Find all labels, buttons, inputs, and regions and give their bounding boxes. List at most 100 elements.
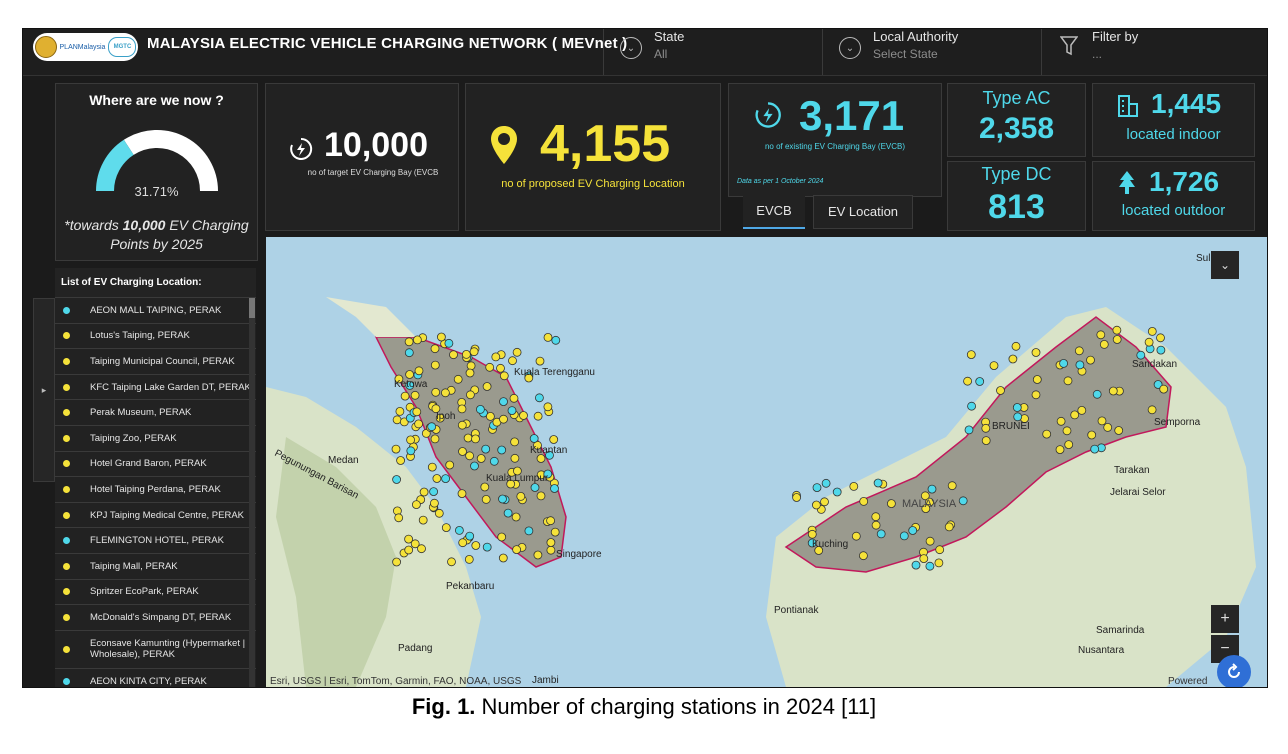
charging-marker[interactable]: [543, 333, 553, 342]
charging-marker[interactable]: [859, 496, 869, 506]
charging-marker[interactable]: [430, 434, 440, 444]
charging-marker[interactable]: [935, 545, 945, 555]
charging-marker[interactable]: [481, 444, 491, 454]
local-authority-filter[interactable]: ⌄ Local Authority Select State: [822, 29, 1041, 75]
list-item[interactable]: Econsave Kamunting (Hypermarket | Wholes…: [55, 630, 256, 669]
charging-marker[interactable]: [1011, 341, 1021, 351]
charging-marker[interactable]: [1077, 405, 1087, 415]
charging-marker[interactable]: [396, 456, 406, 465]
charging-marker[interactable]: [432, 474, 442, 483]
charging-marker[interactable]: [1144, 337, 1154, 347]
charging-marker[interactable]: [507, 406, 517, 416]
charging-marker[interactable]: [453, 374, 463, 384]
charging-marker[interactable]: [466, 361, 476, 371]
scrollbar-thumb[interactable]: [249, 298, 255, 318]
charging-marker[interactable]: [440, 388, 450, 398]
charging-marker[interactable]: [533, 411, 543, 421]
charging-marker[interactable]: [964, 425, 974, 435]
charging-marker[interactable]: [1112, 325, 1122, 335]
charging-marker[interactable]: [470, 461, 479, 471]
charging-marker[interactable]: [465, 368, 475, 378]
charging-marker[interactable]: [1147, 327, 1157, 336]
charging-marker[interactable]: [876, 529, 886, 539]
charging-marker[interactable]: [434, 508, 444, 518]
charging-marker[interactable]: [1156, 345, 1166, 355]
charging-marker[interactable]: [516, 491, 526, 501]
charging-marker[interactable]: [419, 487, 429, 497]
charging-marker[interactable]: [512, 347, 522, 357]
charging-marker[interactable]: [496, 363, 505, 373]
charging-marker[interactable]: [967, 401, 976, 411]
charging-marker[interactable]: [445, 460, 455, 470]
charging-marker[interactable]: [807, 529, 817, 539]
charging-marker[interactable]: [899, 531, 909, 541]
charging-marker[interactable]: [820, 497, 829, 507]
charging-marker[interactable]: [508, 356, 517, 366]
charging-marker[interactable]: [1097, 416, 1107, 426]
charging-marker[interactable]: [414, 366, 424, 376]
tab-evcb[interactable]: EVCB: [743, 195, 805, 229]
charging-marker[interactable]: [966, 350, 976, 359]
charging-marker[interactable]: [485, 411, 495, 421]
charging-marker[interactable]: [499, 371, 509, 381]
charging-marker[interactable]: [989, 361, 999, 371]
charging-marker[interactable]: [975, 377, 985, 386]
list-item[interactable]: Spritzer EcoPark, PERAK: [55, 579, 256, 606]
charging-marker[interactable]: [958, 496, 968, 506]
charging-marker[interactable]: [429, 487, 439, 497]
charging-marker[interactable]: [1008, 354, 1018, 364]
charging-marker[interactable]: [849, 481, 859, 491]
charging-marker[interactable]: [1099, 340, 1109, 349]
charging-marker[interactable]: [919, 554, 929, 564]
charging-marker[interactable]: [441, 523, 451, 533]
charging-marker[interactable]: [546, 545, 556, 555]
charging-marker[interactable]: [911, 560, 921, 570]
charging-marker[interactable]: [427, 422, 437, 432]
charging-marker[interactable]: [404, 337, 414, 347]
charging-marker[interactable]: [430, 360, 440, 370]
charging-marker[interactable]: [873, 478, 883, 488]
state-filter[interactable]: ⌄ State All: [603, 29, 822, 75]
charging-marker[interactable]: [908, 526, 918, 535]
charging-marker[interactable]: [449, 350, 458, 360]
map-canvas[interactable]: Kuala Terengganu Medan Kuantan Pekanbaru Pad…: [266, 237, 1267, 687]
charging-marker[interactable]: [1042, 429, 1052, 439]
charging-marker[interactable]: [410, 390, 420, 400]
charging-marker[interactable]: [454, 525, 464, 535]
charging-marker[interactable]: [925, 561, 935, 571]
charging-marker[interactable]: [1087, 430, 1097, 440]
charging-marker[interactable]: [1070, 410, 1080, 420]
charging-marker[interactable]: [429, 498, 439, 508]
charging-marker[interactable]: [1086, 355, 1095, 365]
charging-marker[interactable]: [519, 411, 528, 420]
charging-marker[interactable]: [1059, 359, 1068, 368]
charging-marker[interactable]: [392, 557, 402, 567]
charging-marker[interactable]: [414, 419, 424, 429]
charging-marker[interactable]: [395, 406, 405, 416]
charging-marker[interactable]: [1013, 412, 1023, 422]
ev-charging-map[interactable]: Kuala Terengganu Medan Kuantan Pekanbaru Pad…: [266, 237, 1267, 687]
charging-marker[interactable]: [497, 532, 507, 542]
charging-marker[interactable]: [996, 386, 1005, 395]
charging-marker[interactable]: [427, 462, 437, 472]
charging-marker[interactable]: [511, 512, 521, 522]
charging-marker[interactable]: [535, 356, 545, 366]
charging-marker[interactable]: [411, 500, 421, 510]
charging-marker[interactable]: [529, 434, 539, 443]
charging-marker[interactable]: [550, 527, 560, 537]
charging-marker[interactable]: [509, 393, 519, 403]
charging-marker[interactable]: [406, 446, 416, 456]
charging-marker[interactable]: [465, 390, 475, 400]
charging-marker[interactable]: [887, 499, 896, 509]
list-item[interactable]: Perak Museum, PERAK: [55, 400, 256, 426]
charging-marker[interactable]: [1147, 405, 1157, 415]
charging-marker[interactable]: [1114, 426, 1124, 435]
charging-marker[interactable]: [497, 445, 507, 455]
charging-marker[interactable]: [927, 484, 937, 494]
charging-marker[interactable]: [871, 512, 881, 522]
charging-marker[interactable]: [406, 435, 416, 445]
charging-marker[interactable]: [546, 538, 556, 547]
charging-marker[interactable]: [1075, 360, 1085, 370]
list-item[interactable]: Hotel Taiping Perdana, PERAK: [55, 477, 256, 503]
charging-marker[interactable]: [1090, 444, 1100, 454]
